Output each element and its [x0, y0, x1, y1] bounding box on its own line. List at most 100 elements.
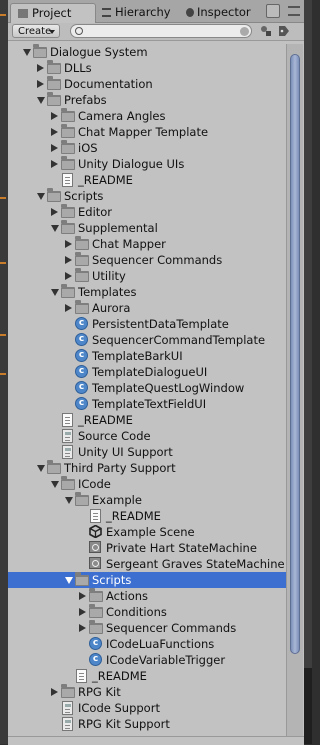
- tree-row[interactable]: Camera Angles: [8, 108, 286, 124]
- tree-row[interactable]: Documentation: [8, 76, 286, 92]
- expand-arrow-icon[interactable]: [37, 465, 45, 472]
- create-button[interactable]: Create: [12, 24, 60, 38]
- tree-row[interactable]: Actions: [8, 588, 286, 604]
- tree-row[interactable]: Example Scene: [8, 524, 286, 540]
- tab-project[interactable]: Project: [10, 3, 96, 23]
- tree-row-label: Camera Angles: [78, 109, 166, 123]
- tab-inspector[interactable]: Inspector: [186, 3, 251, 22]
- tree-row[interactable]: Example: [8, 492, 286, 508]
- tree-row[interactable]: Sergeant Graves StateMachine: [8, 556, 286, 572]
- tree-row-label: Unity UI Support: [78, 445, 173, 459]
- tree-row-label: Source Code: [78, 429, 151, 443]
- folder-icon: [75, 492, 89, 506]
- expand-arrow-icon[interactable]: [37, 193, 45, 200]
- collapse-arrow-icon[interactable]: [51, 208, 58, 216]
- tree-row[interactable]: c TemplateQuestLogWindow: [8, 380, 286, 396]
- tree-row[interactable]: Third Party Support: [8, 460, 286, 476]
- csharp-script-icon: c: [75, 349, 88, 362]
- tree-row[interactable]: c ICodeLuaFunctions: [8, 636, 286, 652]
- collapse-arrow-icon[interactable]: [65, 256, 72, 264]
- collapse-arrow-icon[interactable]: [51, 128, 58, 136]
- tree-row[interactable]: c SequencerCommandTemplate: [8, 332, 286, 348]
- filter-by-label-icon[interactable]: [278, 25, 290, 37]
- package-icon: [62, 717, 73, 731]
- tree-row[interactable]: Conditions: [8, 604, 286, 620]
- tree-row[interactable]: ICode: [8, 476, 286, 492]
- tree-row[interactable]: Chat Mapper Template: [8, 124, 286, 140]
- folder-icon: [33, 44, 47, 58]
- tab-hierarchy[interactable]: Hierarchy: [102, 3, 171, 22]
- tree-row[interactable]: Scripts: [8, 188, 286, 204]
- project-tree: Dialogue System DLLs Documentation Prefabs C…: [8, 44, 286, 736]
- expand-arrow-icon[interactable]: [51, 289, 59, 296]
- tree-row[interactable]: c ICodeVariableTrigger: [8, 652, 286, 668]
- tree-row[interactable]: c TemplateTextFieldUI: [8, 396, 286, 412]
- package-icon: [62, 429, 73, 443]
- tree-row[interactable]: Utility: [8, 268, 286, 284]
- tree-row[interactable]: RPG Kit: [8, 684, 286, 700]
- tree-row[interactable]: _README: [8, 668, 286, 684]
- tree-row[interactable]: Templates: [8, 284, 286, 300]
- collapse-arrow-icon[interactable]: [65, 272, 72, 280]
- expand-arrow-icon[interactable]: [65, 497, 73, 504]
- expand-arrow-icon[interactable]: [51, 481, 59, 488]
- package-icon: [62, 445, 73, 459]
- tree-row[interactable]: _README: [8, 172, 286, 188]
- collapse-arrow-icon[interactable]: [51, 144, 58, 152]
- tree-row[interactable]: Dialogue System: [8, 44, 286, 60]
- tree-row[interactable]: Chat Mapper: [8, 236, 286, 252]
- tree-row[interactable]: c TemplateDialogueUI: [8, 364, 286, 380]
- info-icon: [186, 8, 194, 17]
- collapse-arrow-icon[interactable]: [79, 624, 86, 632]
- edge-marker: [0, 14, 6, 16]
- tree-row[interactable]: Source Code: [8, 428, 286, 444]
- collapse-arrow-icon[interactable]: [37, 64, 44, 72]
- tree-row-label: Conditions: [106, 605, 167, 619]
- tree-row[interactable]: Sequencer Commands: [8, 252, 286, 268]
- tree-row[interactable]: c PersistentDataTemplate: [8, 316, 286, 332]
- collapse-arrow-icon[interactable]: [37, 80, 44, 88]
- tree-row[interactable]: _README: [8, 508, 286, 524]
- tree-row[interactable]: Prefabs: [8, 92, 286, 108]
- tree-row[interactable]: DLLs: [8, 60, 286, 76]
- tree-row[interactable]: Aurora: [8, 300, 286, 316]
- menu-icon[interactable]: [288, 6, 300, 16]
- search-input[interactable]: [70, 24, 252, 38]
- tree-row-label: ICode: [78, 477, 111, 491]
- tree-row[interactable]: Private Hart StateMachine: [8, 540, 286, 556]
- csharp-script-icon: c: [75, 317, 88, 330]
- collapse-arrow-icon[interactable]: [51, 688, 58, 696]
- tree-row[interactable]: Supplemental: [8, 220, 286, 236]
- collapse-arrow-icon[interactable]: [65, 304, 72, 312]
- tree-row[interactable]: _README: [8, 412, 286, 428]
- clear-search-icon[interactable]: [240, 27, 249, 36]
- scrollbar-thumb[interactable]: [290, 54, 300, 654]
- expand-arrow-icon[interactable]: [65, 577, 73, 584]
- expand-arrow-icon[interactable]: [51, 225, 59, 232]
- tree-row-label: _README: [78, 173, 133, 187]
- vertical-scrollbar[interactable]: [286, 44, 303, 736]
- collapse-arrow-icon[interactable]: [51, 112, 58, 120]
- expand-arrow-icon[interactable]: [37, 97, 45, 104]
- collapse-arrow-icon[interactable]: [79, 608, 86, 616]
- folder-icon: [61, 140, 75, 154]
- tree-row[interactable]: Sequencer Commands: [8, 620, 286, 636]
- tree-row[interactable]: Unity Dialogue UIs: [8, 156, 286, 172]
- collapse-arrow-icon[interactable]: [79, 592, 86, 600]
- folder-icon: [61, 108, 75, 122]
- lock-icon[interactable]: [265, 4, 280, 18]
- tree-row[interactable]: ICode Support: [8, 700, 286, 716]
- tree-row[interactable]: RPG Kit Support: [8, 716, 286, 732]
- tree-row[interactable]: iOS: [8, 140, 286, 156]
- tree-row[interactable]: Unity UI Support: [8, 444, 286, 460]
- right-panel-edge: [304, 0, 312, 744]
- collapse-arrow-icon[interactable]: [65, 240, 72, 248]
- tree-row[interactable]: c TemplateBarkUI: [8, 348, 286, 364]
- tree-row[interactable]: Scripts: [8, 572, 286, 588]
- expand-arrow-icon[interactable]: [23, 49, 31, 56]
- collapse-arrow-icon[interactable]: [51, 160, 58, 168]
- filter-by-type-icon[interactable]: [260, 25, 272, 37]
- text-file-icon: [62, 173, 73, 187]
- folder-icon: [89, 588, 103, 602]
- tree-row[interactable]: Editor: [8, 204, 286, 220]
